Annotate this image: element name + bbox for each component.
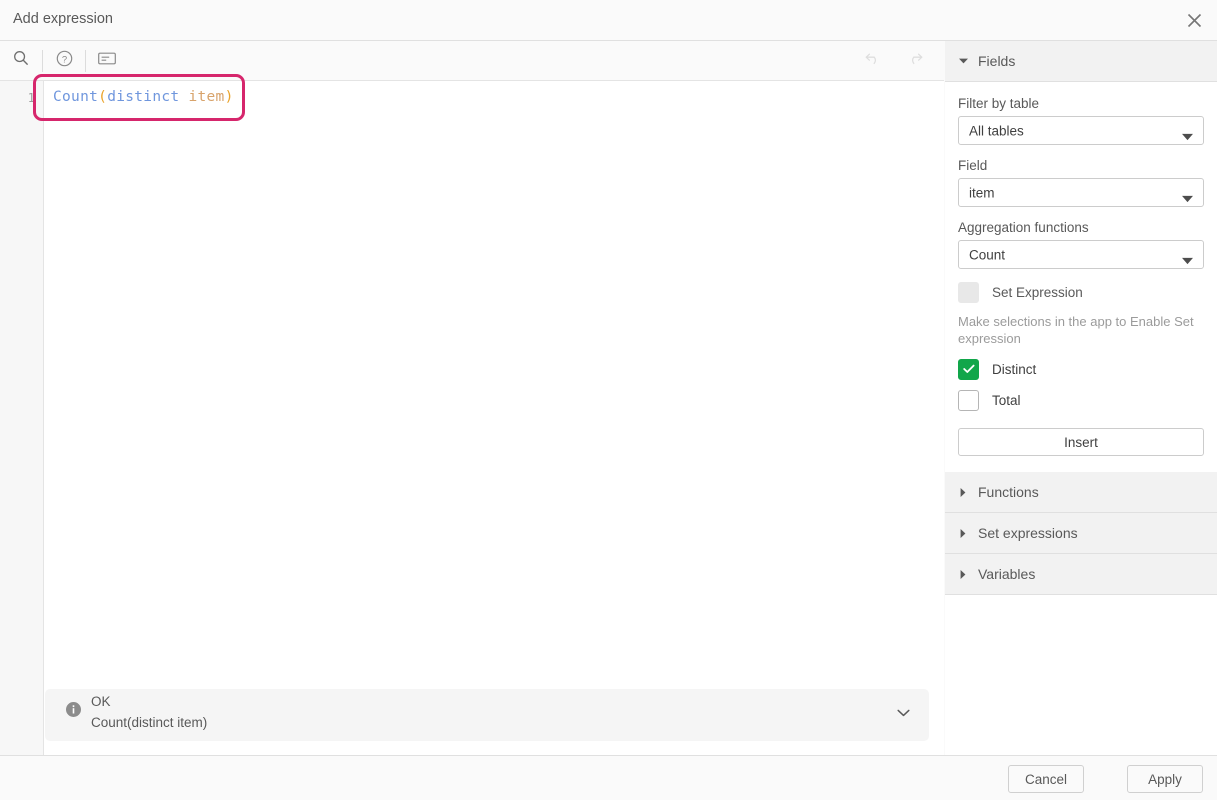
- search-button[interactable]: [0, 41, 42, 80]
- dialog-title: Add expression: [13, 11, 113, 27]
- undo-button[interactable]: [852, 41, 894, 80]
- close-button[interactable]: [1171, 0, 1217, 40]
- token-paren-open: (: [98, 89, 107, 105]
- aggregation-functions-label: Aggregation functions: [958, 220, 1204, 235]
- caret-right-icon: [958, 569, 968, 579]
- add-expression-dialog: Add expression: [0, 0, 1217, 800]
- cancel-button[interactable]: Cancel: [1008, 765, 1084, 793]
- line-number-gutter: 1: [0, 81, 44, 755]
- validation-status-bar: OK Count(distinct item): [45, 689, 929, 741]
- expression-line[interactable]: Count(distinct item): [45, 89, 234, 105]
- svg-text:?: ?: [61, 54, 66, 65]
- distinct-label: Distinct: [992, 362, 1036, 377]
- caret-right-icon: [958, 487, 968, 497]
- apply-button[interactable]: Apply: [1127, 765, 1203, 793]
- expression-editor-pane: ?: [0, 41, 944, 755]
- history-tools-group: [852, 41, 936, 80]
- label-button[interactable]: [86, 41, 128, 80]
- undo-icon: [864, 50, 882, 71]
- redo-button[interactable]: [894, 41, 936, 80]
- fields-section-body: Filter by table All tables Field item Ag…: [945, 82, 1217, 472]
- distinct-checkbox-row[interactable]: Distinct: [958, 359, 1204, 380]
- insert-button[interactable]: Insert: [958, 428, 1204, 456]
- field-value: item: [969, 185, 995, 200]
- accordion-label-functions: Functions: [978, 484, 1039, 500]
- set-expression-checkbox-row[interactable]: Set Expression: [958, 282, 1204, 303]
- chevron-down-icon: [1182, 189, 1193, 196]
- accordion-header-variables[interactable]: Variables: [945, 554, 1217, 595]
- aggregation-functions-value: Count: [969, 247, 1005, 262]
- accordion-label-variables: Variables: [978, 566, 1035, 582]
- status-detail: Count(distinct item): [91, 715, 207, 730]
- field-label: Field: [958, 158, 1204, 173]
- accordion-label-fields: Fields: [978, 53, 1015, 69]
- code-text-area[interactable]: Count(distinct item): [45, 81, 944, 755]
- filter-by-table-value: All tables: [969, 123, 1024, 138]
- check-icon: [963, 361, 975, 379]
- token-field: item: [188, 89, 224, 105]
- expression-side-panel: Fields Filter by table All tables Field …: [945, 41, 1217, 755]
- chevron-down-icon: [1182, 251, 1193, 258]
- total-checkbox-row[interactable]: Total: [958, 390, 1204, 411]
- total-label: Total: [992, 393, 1021, 408]
- filter-by-table-select[interactable]: All tables: [958, 116, 1204, 145]
- accordion-label-set-expressions: Set expressions: [978, 525, 1078, 541]
- status-expand-button[interactable]: [893, 703, 913, 723]
- token-keyword: distinct: [107, 89, 179, 105]
- total-checkbox[interactable]: [958, 390, 979, 411]
- chevron-down-icon: [1182, 127, 1193, 134]
- caret-right-icon: [958, 528, 968, 538]
- caret-down-icon: [958, 56, 968, 66]
- aggregation-functions-select[interactable]: Count: [958, 240, 1204, 269]
- token-paren-close: ): [225, 89, 234, 105]
- accordion-header-functions[interactable]: Functions: [945, 472, 1217, 513]
- help-button[interactable]: ?: [43, 41, 85, 80]
- accordion-header-set-expressions[interactable]: Set expressions: [945, 513, 1217, 554]
- dialog-footer: Cancel Apply: [0, 755, 1217, 800]
- set-expression-label: Set Expression: [992, 285, 1083, 300]
- status-message: OK: [91, 694, 111, 709]
- field-select[interactable]: item: [958, 178, 1204, 207]
- token-function: Count: [53, 89, 98, 105]
- editor-tools-group: ?: [0, 41, 128, 80]
- distinct-checkbox[interactable]: [958, 359, 979, 380]
- search-icon: [13, 50, 29, 71]
- code-editor[interactable]: 1 Count(distinct item) OK Count(distinct…: [0, 81, 944, 755]
- info-icon: [66, 702, 81, 717]
- set-expression-checkbox[interactable]: [958, 282, 979, 303]
- redo-icon: [906, 50, 924, 71]
- filter-by-table-label: Filter by table: [958, 96, 1204, 111]
- dialog-titlebar: Add expression: [0, 0, 1217, 41]
- line-number: 1: [28, 91, 35, 105]
- close-icon: [1187, 13, 1202, 28]
- set-expression-hint: Make selections in the app to Enable Set…: [958, 313, 1204, 347]
- accordion-header-fields[interactable]: Fields: [945, 41, 1217, 82]
- chevron-down-icon: [897, 704, 910, 722]
- editor-toolbar: ?: [0, 41, 944, 81]
- help-icon: ?: [56, 50, 73, 72]
- label-icon: [98, 52, 116, 70]
